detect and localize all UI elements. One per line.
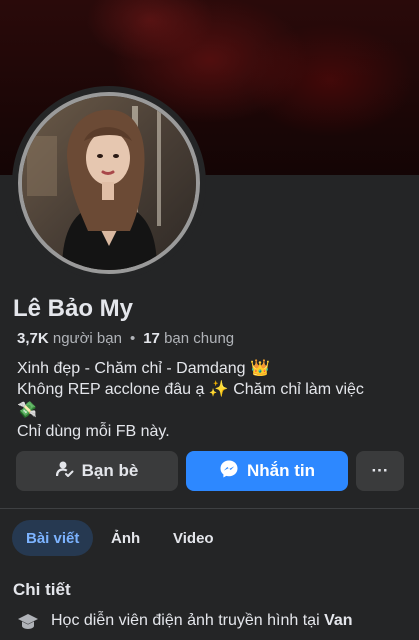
friends-button[interactable]: Bạn bè [16, 451, 178, 491]
education-school[interactable]: Van [324, 612, 352, 629]
avatar-image [22, 96, 196, 270]
bio-line: Không REP acclone đâu ạ ✨ Chăm chỉ làm v… [17, 381, 364, 398]
bio-line: Chỉ dùng mỗi FB này. [17, 423, 170, 440]
more-dots-icon: ··· [371, 461, 389, 480]
tab-posts[interactable]: Bài viết [12, 520, 94, 556]
more-options-button[interactable]: ··· [356, 451, 404, 491]
friends-label: người bạn [52, 330, 122, 347]
mutual-label: bạn chung [164, 330, 235, 347]
bio-line: Xinh đẹp - Chăm chỉ - Damdang 👑 [17, 360, 270, 377]
profile-avatar[interactable] [18, 92, 200, 274]
tab-video[interactable]: Video [173, 520, 214, 556]
friend-stats[interactable]: 3,7K người bạn • 17 bạn chung [17, 330, 234, 347]
friend-check-icon [55, 460, 74, 483]
separator-dot: • [129, 330, 136, 347]
avatar-ring [12, 86, 206, 280]
profile-name: Lê Bảo My [13, 295, 134, 322]
education-text: Học diễn viên điện ảnh truyền hình tại V… [51, 612, 353, 637]
bio-line: 💸 [17, 402, 37, 419]
message-button-label: Nhắn tin [247, 461, 315, 480]
education-detail[interactable]: Học diễn viên điện ảnh truyền hình tại V… [17, 612, 353, 637]
tab-photos[interactable]: Ảnh [111, 520, 140, 556]
friends-count: 3,7K [17, 330, 49, 347]
messenger-icon [219, 459, 239, 484]
message-button[interactable]: Nhắn tin [186, 451, 348, 491]
divider [0, 508, 419, 509]
details-heading: Chi tiết [13, 580, 71, 599]
profile-bio: Xinh đẹp - Chăm chỉ - Damdang 👑 Không RE… [17, 358, 412, 442]
friends-button-label: Bạn bè [81, 461, 139, 480]
education-prefix: Học diễn viên điện ảnh truyền hình tại [51, 612, 320, 629]
graduation-cap-icon [17, 612, 39, 637]
mutual-count: 17 [143, 330, 160, 347]
